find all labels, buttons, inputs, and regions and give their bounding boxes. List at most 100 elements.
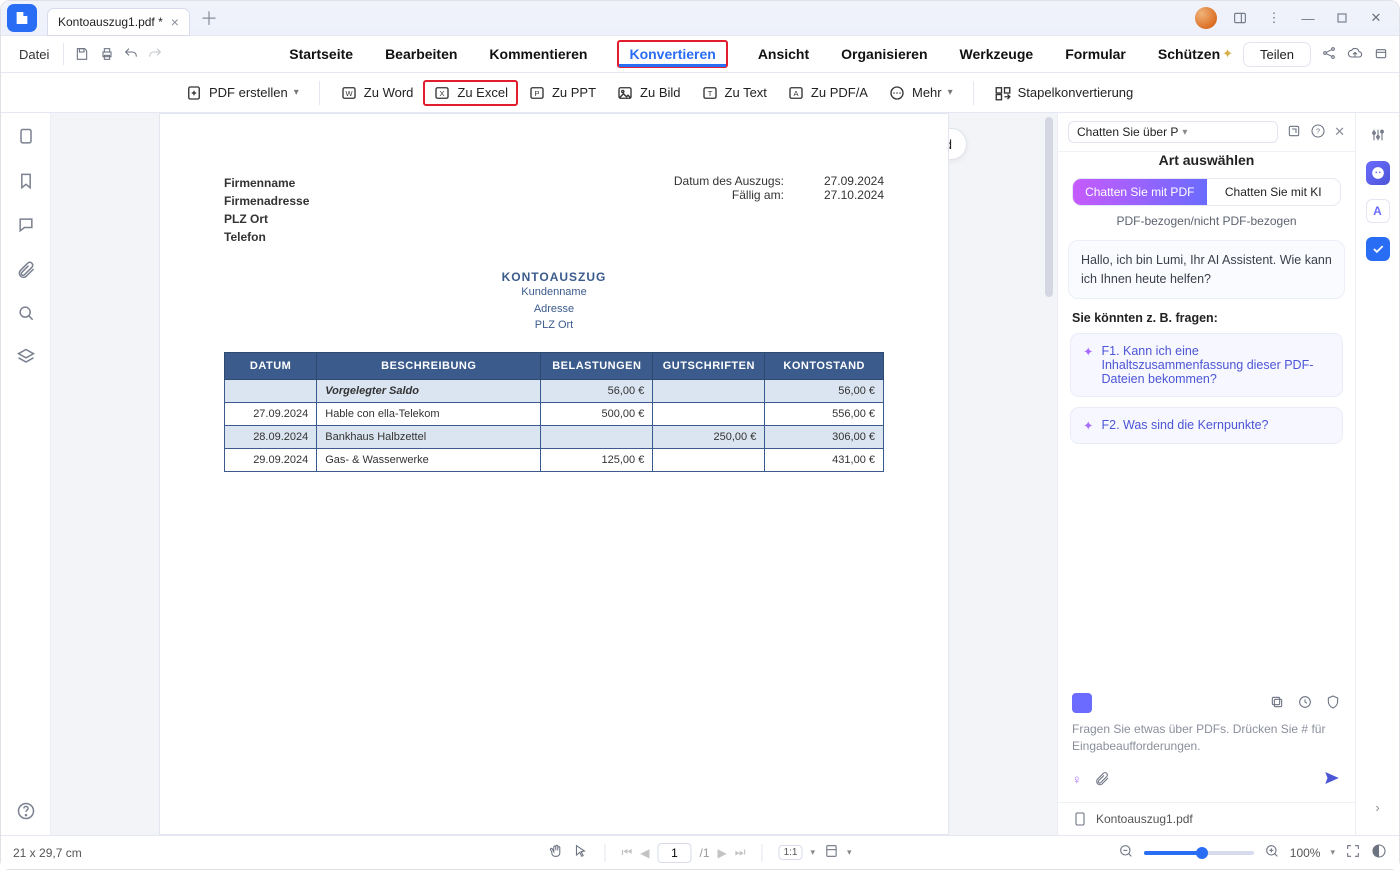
task-check-icon[interactable]	[1366, 237, 1390, 261]
minimize-window-button[interactable]: —	[1297, 7, 1319, 29]
share-button[interactable]: Teilen	[1243, 42, 1311, 67]
new-tab-button[interactable]: ＋	[200, 5, 218, 31]
ai-help-icon[interactable]: ?	[1310, 123, 1326, 142]
ai-robot-icon[interactable]	[1366, 161, 1390, 185]
kebab-menu-icon[interactable]: ⋮	[1263, 7, 1285, 29]
select-tool-icon[interactable]	[572, 843, 588, 862]
help-icon[interactable]	[16, 801, 36, 821]
doc-sender-line: Telefon	[224, 228, 309, 246]
svg-text:T: T	[707, 89, 712, 98]
batch-convert-button[interactable]: Stapelkonvertierung	[984, 80, 1144, 106]
share-link-icon[interactable]	[1321, 45, 1337, 64]
to-excel-button[interactable]: X Zu Excel	[423, 80, 518, 106]
to-pdfa-button[interactable]: A Zu PDF/A	[777, 80, 878, 106]
sliders-icon[interactable]	[1366, 123, 1390, 147]
menu-organisieren[interactable]: Organisieren	[839, 40, 929, 68]
reading-mode-icon[interactable]	[1371, 843, 1387, 862]
ai-context-file[interactable]: Kontoauszug1.pdf	[1058, 802, 1355, 835]
layers-icon[interactable]	[16, 347, 36, 367]
box-icon[interactable]	[1373, 45, 1389, 64]
ai-alt-icon[interactable]: A	[1366, 199, 1390, 223]
app-logo	[7, 4, 37, 32]
page-total: /1	[700, 846, 710, 860]
ai-expand-icon[interactable]	[1286, 123, 1302, 142]
fit-actual-icon[interactable]: 1:1	[779, 845, 803, 860]
window-panel-icon[interactable]	[1229, 7, 1251, 29]
ai-seg-ki[interactable]: Chatten Sie mit KI	[1207, 179, 1341, 205]
more-button[interactable]: Mehr▾	[878, 80, 963, 106]
fullscreen-icon[interactable]	[1345, 843, 1361, 862]
page-dimensions: 21 x 29,7 cm	[13, 846, 82, 860]
bookmarks-icon[interactable]	[16, 171, 36, 191]
bulb-icon[interactable]: ♀	[1072, 772, 1082, 787]
print-icon[interactable]	[97, 42, 115, 66]
menu-schuetzen[interactable]: Schützen	[1156, 40, 1222, 68]
undo-icon[interactable]	[122, 42, 140, 66]
ai-mode-dropdown[interactable]: Chatten Sie über P▾	[1068, 121, 1278, 143]
document-tab[interactable]: Kontoauszug1.pdf * ×	[47, 8, 190, 36]
menu-konvertieren[interactable]: Konvertieren	[617, 40, 727, 68]
thumbnails-icon[interactable]	[16, 127, 36, 147]
cloud-upload-icon[interactable]	[1347, 45, 1363, 64]
attachments-icon[interactable]	[16, 259, 36, 279]
col-gutschriften: GUTSCHRIFTEN	[653, 352, 765, 379]
zoom-percent[interactable]: 100%	[1290, 846, 1321, 860]
close-window-button[interactable]: ✕	[1365, 7, 1387, 29]
hand-tool-icon[interactable]	[548, 843, 564, 862]
file-menu[interactable]: Datei	[11, 47, 57, 62]
first-page-icon[interactable]: ⏮	[621, 845, 632, 860]
ai-input-row[interactable]: ♀	[1058, 759, 1355, 802]
document-canvas[interactable]: W PDF zu Word Firmenname Firmenadresse P…	[51, 113, 1057, 835]
ai-shield-icon[interactable]	[1325, 694, 1341, 713]
to-text-button[interactable]: T Zu Text	[691, 80, 777, 106]
main-menu-bar: Datei Startseite Bearbeiten Kommentieren…	[1, 35, 1399, 73]
cell-beschreibung: Bankhaus Halbzettel	[317, 425, 541, 448]
ai-copy-icon[interactable]	[1269, 694, 1285, 713]
next-page-icon[interactable]: ▶	[718, 846, 727, 860]
prev-page-icon[interactable]: ◀	[640, 846, 649, 860]
ai-suggestion-1[interactable]: ✦F1. Kann ich eine Inhaltszusammenfassun…	[1070, 333, 1343, 397]
zoom-slider[interactable]	[1144, 851, 1254, 855]
lightbulb-icon[interactable]: ✦	[1222, 46, 1233, 62]
avatar[interactable]	[1195, 7, 1217, 29]
search-icon[interactable]	[16, 303, 36, 323]
menu-startseite[interactable]: Startseite	[287, 40, 355, 68]
ai-doc-icon[interactable]	[1072, 693, 1092, 713]
statement-table: DATUM BESCHREIBUNG BELASTUNGEN GUTSCHRIF…	[224, 352, 884, 472]
ai-seg-pdf[interactable]: Chatten Sie mit PDF	[1073, 179, 1207, 205]
create-pdf-button[interactable]: PDF erstellen▾	[175, 80, 309, 106]
save-icon[interactable]	[73, 42, 91, 66]
doc-subtitle-line: Adresse	[224, 301, 884, 318]
menu-bearbeiten[interactable]: Bearbeiten	[383, 40, 459, 68]
svg-text:A: A	[793, 89, 798, 98]
left-sidebar: ‹	[1, 113, 51, 835]
to-pdfa-label: Zu PDF/A	[811, 85, 868, 100]
vertical-scrollbar[interactable]	[1045, 117, 1053, 297]
to-image-button[interactable]: Zu Bild	[606, 80, 690, 106]
last-page-icon[interactable]: ⏭	[735, 845, 746, 860]
attach-icon[interactable]	[1094, 770, 1110, 789]
page-layout-icon[interactable]	[823, 843, 839, 862]
to-ppt-button[interactable]: P Zu PPT	[518, 80, 606, 106]
page-number-input[interactable]	[658, 843, 692, 863]
cell-kontostand: 56,00 €	[765, 379, 884, 402]
zoom-in-icon[interactable]	[1264, 843, 1280, 862]
cell-datum: 29.09.2024	[225, 448, 317, 471]
sparkle-icon: ✦	[1083, 418, 1093, 433]
cell-beschreibung: Gas- & Wasserwerke	[317, 448, 541, 471]
ai-history-icon[interactable]	[1297, 694, 1313, 713]
menu-ansicht[interactable]: Ansicht	[756, 40, 811, 68]
menu-kommentieren[interactable]: Kommentieren	[487, 40, 589, 68]
send-icon[interactable]	[1323, 769, 1341, 790]
menu-werkzeuge[interactable]: Werkzeuge	[958, 40, 1036, 68]
close-tab-icon[interactable]: ×	[171, 14, 179, 30]
ai-suggestion-2[interactable]: ✦F2. Was sind die Kernpunkte?	[1070, 407, 1343, 444]
zoom-out-icon[interactable]	[1118, 843, 1134, 862]
menu-formular[interactable]: Formular	[1063, 40, 1128, 68]
strip-expand-icon[interactable]: ›	[1375, 800, 1379, 815]
ai-close-icon[interactable]: ✕	[1334, 124, 1345, 140]
redo-icon[interactable]	[146, 42, 164, 66]
comments-icon[interactable]	[16, 215, 36, 235]
to-word-button[interactable]: W Zu Word	[330, 80, 424, 106]
maximize-window-button[interactable]	[1331, 7, 1353, 29]
